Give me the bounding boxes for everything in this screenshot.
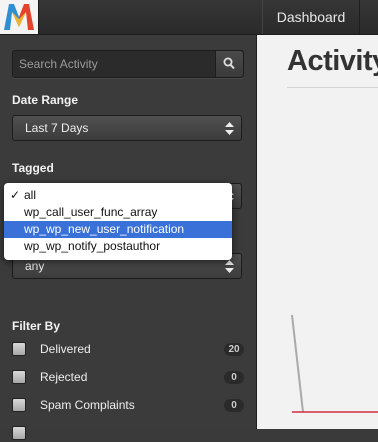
filter-rejected[interactable]: Rejected 0 xyxy=(12,368,244,386)
search-input[interactable] xyxy=(13,51,213,77)
checkbox[interactable] xyxy=(12,426,26,440)
app-logo[interactable] xyxy=(0,0,39,34)
search-box xyxy=(12,50,244,78)
filter-next-item[interactable] xyxy=(12,424,244,442)
select-arrows-icon xyxy=(225,260,234,273)
sender-select-value: any xyxy=(25,259,45,273)
checkbox[interactable] xyxy=(12,342,26,356)
main-content: Activity xyxy=(257,35,378,429)
count-badge: 20 xyxy=(224,343,244,356)
nav-dashboard[interactable]: Dashboard xyxy=(262,0,360,34)
date-range-label: Date Range xyxy=(12,93,79,107)
checkbox[interactable] xyxy=(12,398,26,412)
filter-spam-complaints[interactable]: Spam Complaints 0 xyxy=(12,396,244,414)
dropdown-option[interactable]: wp_call_user_func_array xyxy=(4,204,232,221)
dropdown-option-all[interactable]: ✓ all xyxy=(4,187,232,204)
filter-label: Spam Complaints xyxy=(40,398,135,412)
filter-label: Rejected xyxy=(40,370,88,384)
date-range-value: Last 7 Days xyxy=(25,121,89,135)
search-button[interactable] xyxy=(215,51,243,77)
dropdown-option[interactable]: wp_wp_notify_postauthor xyxy=(4,238,232,255)
checkbox[interactable] xyxy=(12,370,26,384)
filter-delivered[interactable]: Delivered 20 xyxy=(12,340,244,358)
search-icon xyxy=(223,57,235,70)
select-arrows-icon xyxy=(225,122,234,135)
activity-chart xyxy=(291,314,378,413)
count-badge: 0 xyxy=(224,371,244,384)
checkmark-icon: ✓ xyxy=(10,188,21,202)
filter-by-label: Filter By xyxy=(12,319,61,333)
tagged-label: Tagged xyxy=(12,161,54,175)
dropdown-option-highlighted[interactable]: wp_wp_new_user_notification xyxy=(4,221,232,238)
top-navigation-bar: Dashboard xyxy=(0,0,378,35)
filter-label: Delivered xyxy=(40,342,91,356)
count-badge: 0 xyxy=(224,399,244,412)
chart-series-line xyxy=(291,314,304,413)
date-range-select[interactable]: Last 7 Days xyxy=(12,115,242,141)
logo-icon xyxy=(4,4,34,30)
tagged-dropdown-menu: ✓ all wp_call_user_func_array wp_wp_new_… xyxy=(4,183,232,260)
